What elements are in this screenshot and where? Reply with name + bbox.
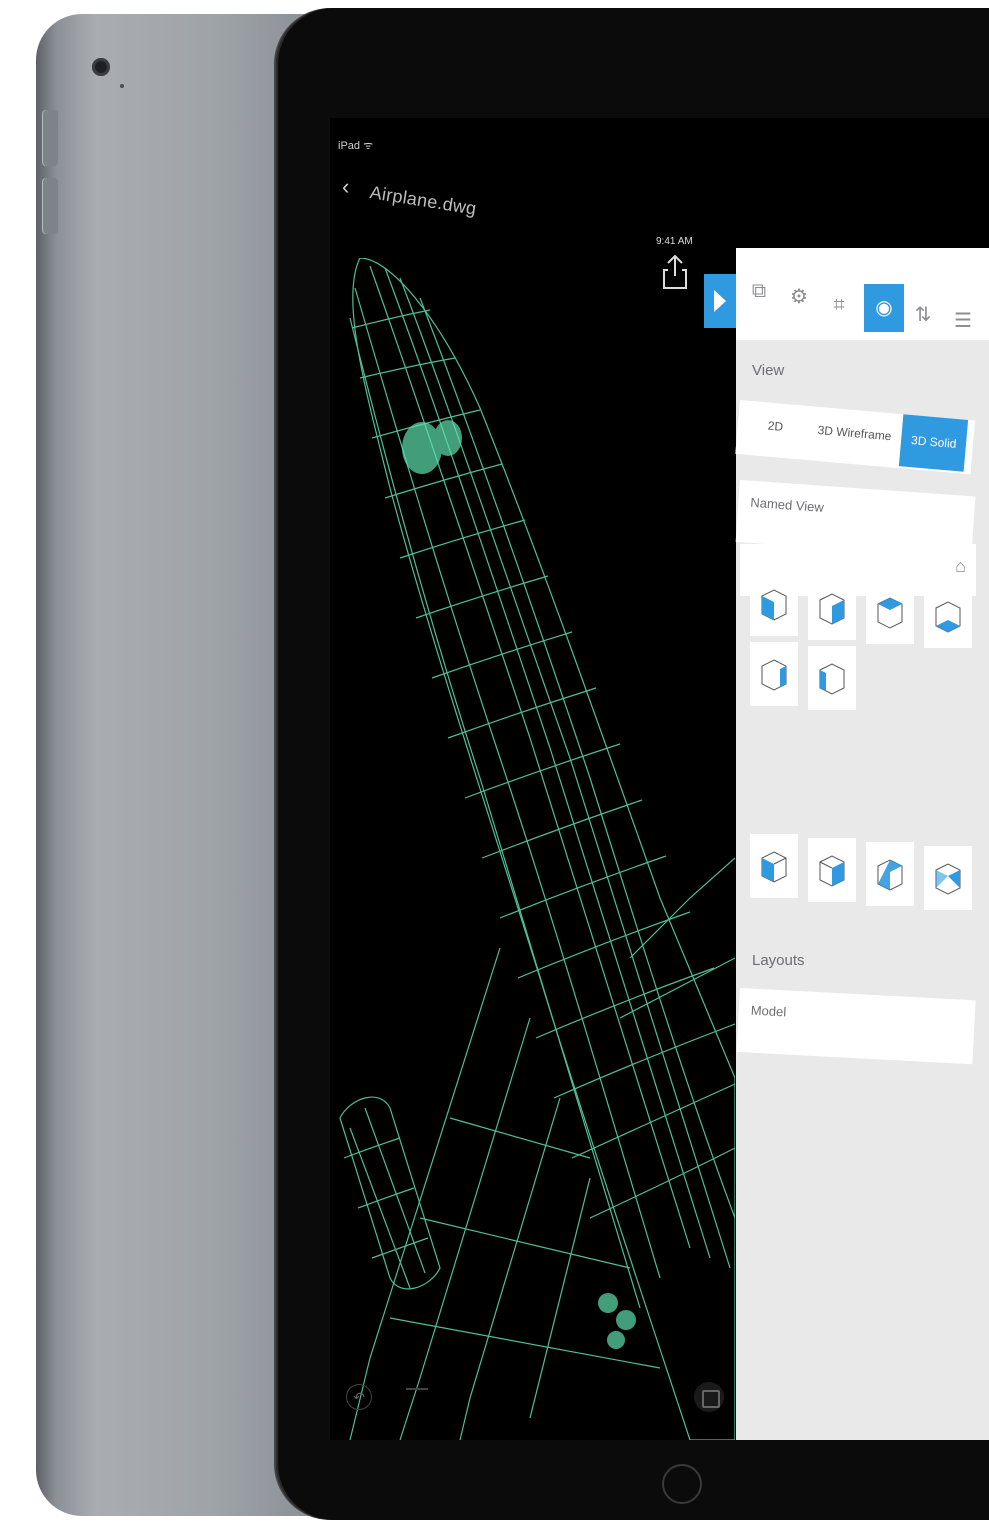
share-icon[interactable] xyxy=(662,254,688,290)
undo-icon[interactable]: ↶ xyxy=(346,1384,372,1410)
layout-model-label: Model xyxy=(750,1002,787,1020)
view-iso-nw-button[interactable] xyxy=(924,846,972,910)
view-bottom-button[interactable] xyxy=(924,584,972,648)
view-mode-segmented-control: 2D 3D Wireframe 3D Solid xyxy=(735,400,976,475)
layers-icon[interactable]: ⧉ xyxy=(744,274,774,308)
view-side-panel: ⧉ ⚙ ⌗ ◉ ⇅ ☰ View 2D 3D Wireframe 3D Soli… xyxy=(735,248,989,1440)
view-iso-sw-button[interactable] xyxy=(750,834,798,898)
view-front-button[interactable] xyxy=(750,572,798,636)
mode-2d-option[interactable]: 2D xyxy=(767,419,784,434)
cube-left-icon xyxy=(761,659,787,691)
volume-up-button xyxy=(42,110,58,166)
cube-iso-se-icon xyxy=(819,855,845,887)
carrier-label: iPad ᯤ xyxy=(338,140,374,152)
panel-toggle-button[interactable] xyxy=(704,274,736,328)
home-button[interactable] xyxy=(662,1464,702,1504)
settings-icon[interactable]: ⚙ xyxy=(784,280,814,314)
cube-bottom-icon xyxy=(935,601,961,633)
status-bar: iPad ᯤ 9:41 AM xyxy=(330,118,989,247)
measure-icon[interactable]: ⌗ xyxy=(824,288,854,322)
view-back-button[interactable] xyxy=(808,576,856,640)
back-button[interactable]: ‹ xyxy=(342,176,349,198)
cube-right-icon xyxy=(819,663,845,695)
cube-iso-ne-icon xyxy=(877,859,903,891)
mode-3d-solid-option[interactable]: 3D Solid xyxy=(898,414,969,472)
layout-model-row[interactable]: Model xyxy=(736,988,976,1065)
rear-mic xyxy=(120,84,124,88)
cube-back-icon xyxy=(819,593,845,625)
fullscreen-icon[interactable] xyxy=(694,1382,724,1412)
mode-3d-wireframe-option[interactable]: 3D Wireframe xyxy=(817,423,892,443)
view-left-button[interactable] xyxy=(750,642,798,706)
isometric-views-grid xyxy=(740,834,976,914)
front-ipad-device: iPad ᯤ 9:41 AM ‹ Airplane.dwg ↶ ⧉ ⚙ ⌗ ◉ … xyxy=(276,8,989,1520)
cube-iso-sw-icon xyxy=(761,851,787,883)
view-icon[interactable]: ◉ xyxy=(864,284,904,332)
airplane-wireframe xyxy=(339,258,735,1440)
view-top-button[interactable] xyxy=(866,580,914,644)
view-iso-se-button[interactable] xyxy=(808,838,856,902)
model-viewport[interactable] xyxy=(330,258,735,1440)
named-view-label: Named View xyxy=(749,494,825,515)
redo-icon[interactable] xyxy=(406,1388,428,1390)
view-right-button[interactable] xyxy=(808,646,856,710)
compare-icon[interactable]: ⇅ xyxy=(908,298,938,332)
app-screen: iPad ᯤ 9:41 AM ‹ Airplane.dwg ↶ ⧉ ⚙ ⌗ ◉ … xyxy=(330,118,989,1440)
volume-down-button xyxy=(42,178,58,234)
view-section-title: View xyxy=(752,362,785,379)
cube-front-icon xyxy=(761,589,787,621)
document-title: Airplane.dwg xyxy=(368,182,478,219)
rear-camera-icon xyxy=(92,58,110,76)
properties-icon[interactable]: ☰ xyxy=(948,304,978,338)
orthographic-views-grid xyxy=(740,566,976,710)
view-iso-ne-button[interactable] xyxy=(866,842,914,906)
cube-top-icon xyxy=(877,597,903,629)
layouts-section-title: Layouts xyxy=(752,952,805,969)
cube-iso-nw-icon xyxy=(935,863,961,895)
panel-toolbar: ⧉ ⚙ ⌗ ◉ ⇅ ☰ xyxy=(736,248,989,340)
